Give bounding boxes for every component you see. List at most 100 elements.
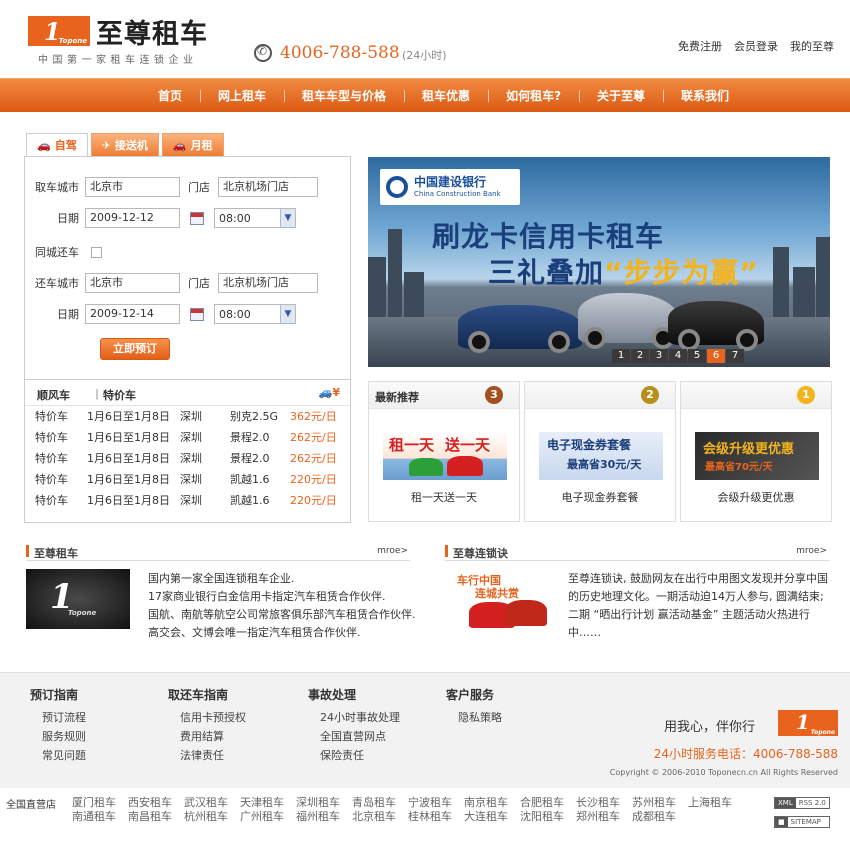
store-link[interactable]: 福州租车: [296, 810, 352, 824]
service-hotline: 24小时服务电话：4006-788-588: [653, 747, 838, 761]
banner-page-4[interactable]: 4: [669, 349, 687, 363]
promo-banner[interactable]: 中国建设银行 China Construction Bank 刷龙卡信用卡租车 …: [368, 157, 830, 367]
calendar-icon[interactable]: [190, 211, 204, 225]
special-row[interactable]: 特价车 1月6日至1月8日 深圳 凯越1.6 220元/日: [25, 469, 350, 490]
store-link[interactable]: 武汉租车: [184, 796, 240, 810]
tab-special-price[interactable]: 特价车: [103, 387, 136, 403]
tab-rideshare[interactable]: 顺风车: [37, 387, 70, 403]
brand-image: 1 Topone: [26, 569, 130, 629]
footer-link[interactable]: 常见问题: [30, 746, 86, 765]
promo-card[interactable]: 最新推荐 3 租一天 送一天 租一天送一天: [368, 381, 520, 522]
store-link[interactable]: 天津租车: [240, 796, 296, 810]
special-row[interactable]: 特价车 1月6日至1月8日 深圳 景程2.0 262元/日: [25, 427, 350, 448]
same-city-checkbox[interactable]: [91, 246, 102, 258]
banner-page-5[interactable]: 5: [688, 349, 706, 363]
stores-label: 全国直营店: [6, 800, 56, 811]
special-row[interactable]: 特价车 1月6日至1月8日 深圳 景程2.0 262元/日: [25, 448, 350, 469]
pickup-date-input[interactable]: 2009-12-12: [85, 208, 180, 228]
book-now-button[interactable]: 立即预订: [100, 338, 170, 360]
logo[interactable]: 1 Topone: [28, 16, 90, 46]
footer-link[interactable]: 隐私策略: [446, 708, 502, 727]
store-link[interactable]: 青岛租车: [352, 796, 408, 810]
nav-how-to-rent[interactable]: 如何租车?: [488, 79, 579, 113]
store-link[interactable]: 大连租车: [464, 810, 520, 824]
site-title: 至尊租车: [96, 19, 208, 50]
tab-label: 月租: [190, 139, 213, 152]
bank-logo: 中国建设银行 China Construction Bank: [380, 169, 520, 205]
row-model: 景程2.0: [230, 452, 270, 465]
store-link[interactable]: 合肥租车: [520, 796, 576, 810]
store-link[interactable]: 广州租车: [240, 810, 296, 824]
footer-link[interactable]: 法律责任: [168, 746, 246, 765]
return-time-select[interactable]: 08:00 ▼: [214, 304, 296, 324]
footer-link[interactable]: 保险责任: [308, 746, 400, 765]
copyright: Copyright © 2006-2010 Toponecn.cn All Ri…: [609, 768, 838, 777]
return-city-input[interactable]: 北京市: [85, 273, 180, 293]
promo-card[interactable]: 1 会级升级更优惠 最高省70元/天 会级升级更优惠: [680, 381, 832, 522]
store-link[interactable]: 沈阳租车: [520, 810, 576, 824]
special-row[interactable]: 特价车 1月6日至1月8日 深圳 别克2.5G 362元/日: [25, 406, 350, 427]
store-link[interactable]: 厦门租车: [72, 796, 128, 810]
nav-about[interactable]: 关于至尊: [579, 79, 663, 113]
pickup-time-select[interactable]: 08:00 ▼: [214, 208, 296, 228]
nav-promotions[interactable]: 租车优惠: [404, 79, 488, 113]
stores-list: 厦门租车 西安租车 武汉租车 天津租车 深圳租车 青岛租车 宁波租车 南京租车 合肥租车 长沙租车…: [72, 796, 752, 824]
nav-contact[interactable]: 联系我们: [663, 79, 747, 113]
nav-models-prices[interactable]: 租车车型与价格: [284, 79, 404, 113]
store-link[interactable]: 郑州租车: [576, 810, 632, 824]
banner-page-3[interactable]: 3: [650, 349, 668, 363]
special-row[interactable]: 特价车 1月6日至1月8日 深圳 凯越1.6 220元/日: [25, 490, 350, 511]
pickup-city-input[interactable]: 北京市: [85, 177, 180, 197]
store-link[interactable]: 宁波租车: [408, 796, 464, 810]
store-link[interactable]: 桂林租车: [408, 810, 464, 824]
my-account-link[interactable]: 我的至尊: [790, 38, 834, 54]
sitemap-badge[interactable]: ■ SITEMAP: [774, 816, 830, 828]
login-link[interactable]: 会员登录: [734, 38, 778, 54]
chain-title: 至尊连锁诀: [453, 547, 508, 560]
calendar-icon[interactable]: [190, 307, 204, 321]
car-30-icon: 🚗: [172, 139, 187, 152]
nav-online-rental[interactable]: 网上租车: [200, 79, 284, 113]
register-link[interactable]: 免费注册: [678, 38, 722, 54]
promo-caption[interactable]: 会级升级更优惠: [681, 489, 831, 505]
banner-page-6[interactable]: 6: [707, 349, 725, 363]
promo-card[interactable]: 2 电子现金券套餐 最高省30元/天 电子现金券套餐: [524, 381, 676, 522]
store-link[interactable]: 苏州租车: [632, 796, 688, 810]
banner-page-7[interactable]: 7: [726, 349, 744, 363]
footer-link[interactable]: 费用结算: [168, 727, 246, 746]
tab-monthly[interactable]: 🚗 月租: [161, 133, 224, 157]
footer-link[interactable]: 预订流程: [30, 708, 86, 727]
nav-home[interactable]: 首页: [140, 79, 200, 113]
tab-self-drive[interactable]: 🚗 自驾: [26, 133, 88, 157]
chain-more-link[interactable]: mroe>: [796, 546, 827, 556]
store-link[interactable]: 南昌租车: [128, 810, 184, 824]
store-link[interactable]: 西安租车: [128, 796, 184, 810]
banner-page-2[interactable]: 2: [631, 349, 649, 363]
promo-caption[interactable]: 租一天送一天: [369, 489, 519, 505]
banner-page-1[interactable]: 1: [612, 349, 630, 363]
store-link[interactable]: 南京租车: [464, 796, 520, 810]
pickup-store-label: 门店: [188, 181, 210, 194]
pickup-store-input[interactable]: 北京机场门店: [218, 177, 318, 197]
row-type: 特价车: [35, 431, 68, 444]
footer-link[interactable]: 服务规则: [30, 727, 86, 746]
row-model: 别克2.5G: [230, 410, 279, 423]
tab-airport-transfer[interactable]: ✈ 接送机: [90, 133, 159, 157]
footer-link[interactable]: 全国直营网点: [308, 727, 400, 746]
store-link[interactable]: 北京租车: [352, 810, 408, 824]
rss-badge[interactable]: XML RSS 2.0: [774, 797, 830, 809]
building-shape: [773, 247, 789, 317]
about-more-link[interactable]: mroe>: [377, 546, 408, 556]
store-link[interactable]: 深圳租车: [296, 796, 352, 810]
return-store-input[interactable]: 北京机场门店: [218, 273, 318, 293]
store-link[interactable]: 南通租车: [72, 810, 128, 824]
store-link[interactable]: 上海租车: [688, 796, 744, 810]
store-link[interactable]: 杭州租车: [184, 810, 240, 824]
footer-link[interactable]: 信用卡预授权: [168, 708, 246, 727]
promo-caption[interactable]: 电子现金券套餐: [525, 489, 675, 505]
footer-link[interactable]: 24小时事故处理: [308, 708, 400, 727]
store-link[interactable]: 长沙租车: [576, 796, 632, 810]
footer-slogan: 用我心，伴你行: [664, 720, 756, 735]
store-link[interactable]: 成都租车: [632, 810, 688, 824]
return-date-input[interactable]: 2009-12-14: [85, 304, 180, 324]
